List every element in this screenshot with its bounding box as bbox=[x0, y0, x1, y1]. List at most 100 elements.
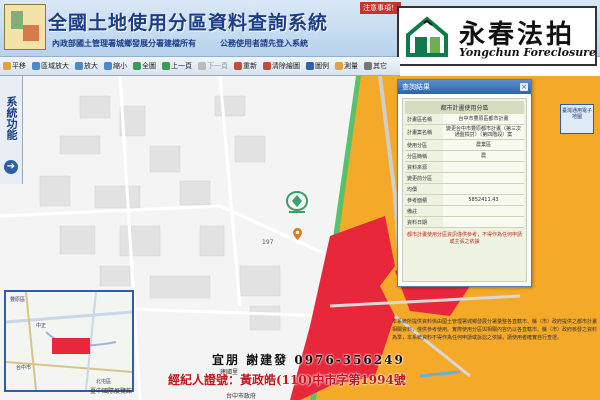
notice-link[interactable]: 注意事項！ bbox=[360, 2, 401, 14]
site-subtitle-owner: 內政部國土管理署城鄉發展分署建檔所有 bbox=[52, 39, 196, 48]
poi-label: 台中市政府 bbox=[226, 393, 257, 400]
table-row: 計畫案名稱 變更台中市豐原都市計畫（第三次通盤檢討）（第四階段）案 bbox=[405, 125, 524, 140]
row-key: 計畫區名稱 bbox=[407, 116, 433, 123]
row-value bbox=[443, 206, 524, 216]
compass-icon bbox=[285, 190, 309, 213]
overview-label: 中正 bbox=[36, 323, 47, 329]
site-title: 全國土地使用分區資料查詢系統 bbox=[48, 12, 329, 34]
agent-license: 經紀人證號：黃政皓(110)中市字第1994號 bbox=[168, 373, 406, 387]
result-table: 計畫區名稱 台中市豐原區都市計畫計畫案名稱 變更台中市豐原都市計畫（第三次通盤檢討）… bbox=[405, 114, 524, 228]
row-value bbox=[443, 184, 524, 194]
table-row: 變更前分區 bbox=[405, 173, 524, 184]
legend-icon bbox=[306, 62, 314, 70]
forward-icon bbox=[198, 62, 206, 70]
overview-map-canvas bbox=[6, 292, 132, 390]
back-icon bbox=[162, 62, 170, 70]
overview-label: 台中市 bbox=[16, 365, 32, 371]
toolbar-button[interactable]: 上一頁 bbox=[159, 61, 195, 71]
row-key: 分區簡稱 bbox=[407, 153, 428, 160]
brand-name-en: Yongchun Foreclosure bbox=[459, 46, 596, 59]
location-pin-icon[interactable] bbox=[293, 228, 302, 240]
toolbar-button-label: 清除繪圖 bbox=[272, 62, 300, 70]
expand-arrow-icon[interactable]: ➔ bbox=[4, 160, 18, 174]
globe-icon bbox=[133, 62, 141, 70]
agent-contact: 宜朋 謝建發 0976-356249 bbox=[212, 353, 405, 367]
row-key: 使用分區 bbox=[407, 142, 428, 149]
toolbar-button[interactable]: 測量 bbox=[332, 61, 361, 71]
toolbar-button[interactable]: 圖例 bbox=[303, 61, 332, 71]
row-key: 資料來源 bbox=[407, 164, 428, 171]
row-value bbox=[443, 217, 524, 227]
disclaimer-text: 本系統所提供資料係由國土管理署城鄉發展分署彙整各直轄市、縣（市）政府提供之都市計… bbox=[392, 319, 598, 341]
toolbar-button[interactable]: 區域放大 bbox=[29, 61, 72, 71]
plus-icon bbox=[75, 62, 83, 70]
toolbar-button[interactable]: 放大 bbox=[72, 61, 101, 71]
row-key: 計畫案名稱 bbox=[407, 129, 433, 136]
table-row: 計畫區名稱 台中市豐原區都市計畫 bbox=[405, 114, 524, 125]
table-row: 使用分區 農業區 bbox=[405, 140, 524, 151]
row-key: 資料日期 bbox=[407, 219, 428, 226]
brand-logo: 永春法拍 Yongchun Foreclosure bbox=[397, 6, 597, 66]
toolbar-button[interactable]: 下一頁 bbox=[195, 61, 231, 71]
table-row: 資料來源 bbox=[405, 162, 524, 173]
toolbar-button-label: 放大 bbox=[84, 62, 98, 70]
toolbar-button-label: 全圖 bbox=[142, 62, 156, 70]
panel-body: 都市計畫使用分區 計畫區名稱 台中市豐原區都市計畫計畫案名稱 變更台中市豐原都市計畫… bbox=[402, 98, 527, 282]
row-key: 均價 bbox=[407, 186, 418, 193]
overview-label: 豐原區 bbox=[10, 297, 26, 303]
panel-note: 都市計畫使用分區資訊僅供參考，不得作為任何申請或主張之依據 bbox=[406, 232, 522, 245]
more-icon bbox=[364, 62, 372, 70]
row-value: 農業區 bbox=[443, 140, 524, 150]
toolbar-button-label: 圖例 bbox=[315, 62, 329, 70]
toolbar-button[interactable]: 清除繪圖 bbox=[260, 61, 303, 71]
row-value: 變更台中市豐原都市計畫（第三次通盤檢討）（第四階段）案 bbox=[443, 125, 524, 139]
close-icon[interactable]: × bbox=[520, 83, 528, 91]
table-row: 備註 bbox=[405, 206, 524, 217]
query-result-panel[interactable]: 查詢結果 × 都市計畫使用分區 計畫區名稱 台中市豐原區都市計畫計畫案名稱 變更台中… bbox=[397, 79, 532, 287]
panel-title[interactable]: 查詢結果 × bbox=[398, 80, 531, 94]
toolbar-button[interactable]: 其它 bbox=[361, 61, 390, 71]
map-toolbar: 平移 區域放大 放大 縮小 全圖 上一頁 下一頁 重新 清除繪圖 圖例 測量 其它 bbox=[0, 57, 400, 76]
row-value: 台中市豐原區都市計畫 bbox=[443, 114, 524, 124]
row-key: 參考面積 bbox=[407, 197, 428, 204]
toolbar-button-label: 平移 bbox=[12, 62, 26, 70]
house-logo-icon bbox=[404, 13, 450, 59]
toolbar-button[interactable]: 重新 bbox=[231, 61, 260, 71]
toolbar-button-label: 重新 bbox=[243, 62, 257, 70]
panel-title-text: 查詢結果 bbox=[402, 83, 430, 91]
refresh-icon bbox=[234, 62, 242, 70]
toolbar-button-label: 縮小 bbox=[113, 62, 127, 70]
ruler-icon bbox=[335, 62, 343, 70]
map-marker-label: 197 bbox=[262, 239, 274, 246]
row-value: 農 bbox=[443, 151, 524, 161]
toolbar-button-label: 其它 bbox=[373, 62, 387, 70]
zoom-in-icon bbox=[32, 62, 40, 70]
row-value: 5852411.43 bbox=[443, 195, 524, 205]
toolbar-button-label: 區域放大 bbox=[41, 62, 69, 70]
basemap-switcher[interactable]: 臺灣通用電子地圖 bbox=[540, 84, 596, 140]
app-window: 全國土地使用分區資料查詢系統 內政部國土管理署城鄉發展分署建檔所有 公務使用者請… bbox=[0, 0, 600, 400]
overview-label: 北屯區 bbox=[96, 379, 112, 385]
sidebar-label: 系統功能 bbox=[5, 96, 18, 140]
hand-icon bbox=[3, 62, 11, 70]
basemap-button[interactable]: 臺灣通用電子地圖 bbox=[560, 104, 594, 134]
row-key: 備註 bbox=[407, 208, 418, 215]
row-key: 變更前分區 bbox=[407, 175, 433, 182]
result-heading: 都市計畫使用分區 bbox=[405, 101, 524, 114]
toolbar-button[interactable]: 平移 bbox=[0, 61, 29, 71]
table-row: 資料日期 bbox=[405, 217, 524, 228]
minus-icon bbox=[104, 62, 112, 70]
poi-label: 臺中國際展覽館 bbox=[90, 388, 133, 395]
toolbar-button[interactable]: 全圖 bbox=[130, 61, 159, 71]
map-logo-icon bbox=[4, 4, 46, 50]
toolbar-button-label: 下一頁 bbox=[207, 62, 228, 70]
overview-map[interactable]: 豐原區 中正 台中市 北屯區 bbox=[4, 290, 134, 392]
toolbar-button-label: 測量 bbox=[344, 62, 358, 70]
table-row: 參考面積 5852411.43 bbox=[405, 195, 524, 206]
site-subtitle-login[interactable]: 公務使用者請先登入系統 bbox=[220, 38, 308, 49]
toolbar-button[interactable]: 縮小 bbox=[101, 61, 130, 71]
row-value bbox=[443, 162, 524, 172]
row-value bbox=[443, 173, 524, 183]
eraser-icon bbox=[263, 62, 271, 70]
toolbar-button-label: 上一頁 bbox=[171, 62, 192, 70]
